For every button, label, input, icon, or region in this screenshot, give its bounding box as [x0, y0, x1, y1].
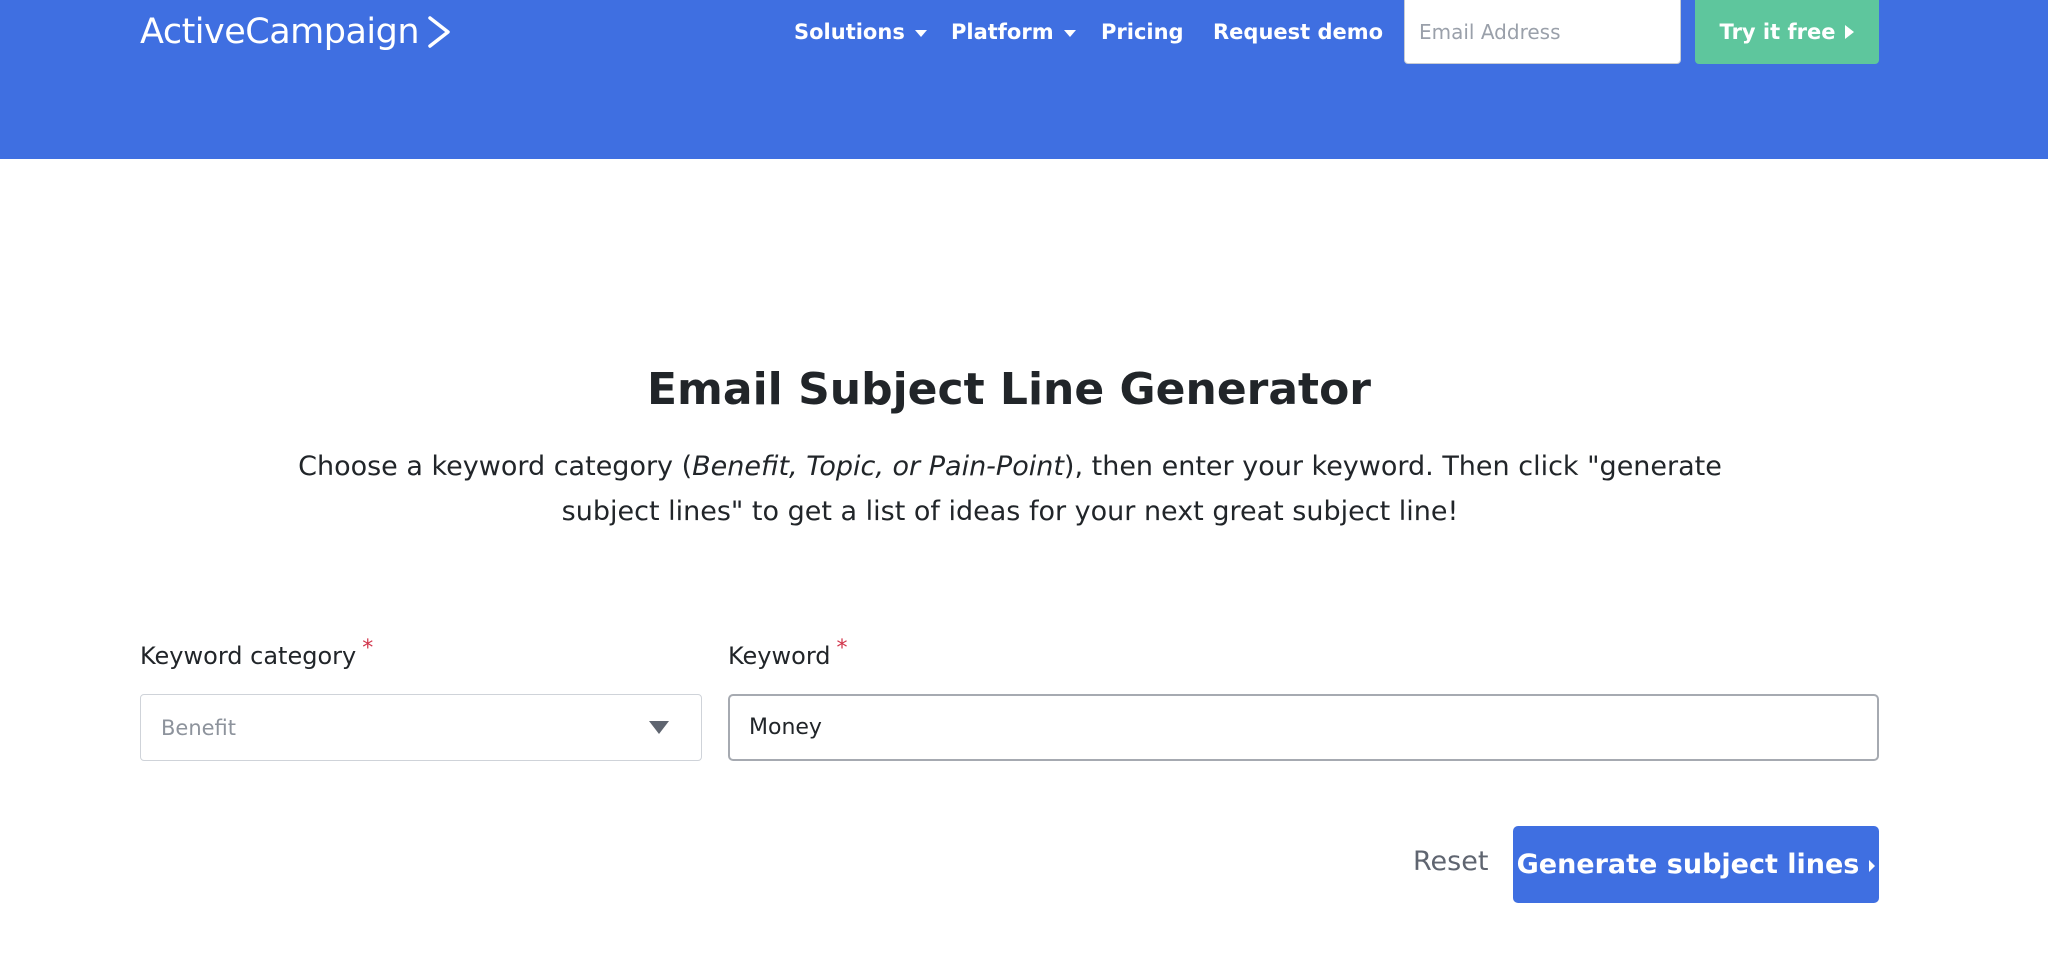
nav-solutions-label: Solutions	[794, 20, 905, 44]
caret-right-icon	[1869, 860, 1876, 872]
site-header: ActiveCampaign Solutions Platform Pricin…	[0, 0, 2048, 159]
required-asterisk: *	[362, 636, 374, 661]
keyword-label-text: Keyword	[728, 642, 831, 670]
nav-pricing-label: Pricing	[1101, 20, 1184, 44]
keyword-label: Keyword *	[728, 636, 848, 670]
generate-subject-lines-button[interactable]: Generate subject lines	[1513, 826, 1879, 903]
caret-down-icon	[1063, 29, 1076, 37]
keyword-category-label: Keyword category *	[140, 636, 373, 670]
nav-pricing[interactable]: Pricing	[1101, 17, 1184, 47]
nav-request-demo[interactable]: Request demo	[1213, 17, 1383, 47]
description-categories: Benefit, Topic, or Pain-Point	[692, 451, 1064, 482]
keyword-input[interactable]	[728, 694, 1879, 761]
caret-right-icon	[1845, 25, 1855, 39]
try-it-free-button[interactable]: Try it free	[1695, 0, 1879, 64]
nav-solutions[interactable]: Solutions	[794, 17, 927, 47]
caret-down-icon	[649, 721, 669, 734]
required-asterisk: *	[836, 636, 848, 661]
caret-down-icon	[914, 29, 927, 37]
nav-request-demo-label: Request demo	[1213, 20, 1384, 44]
keyword-category-label-text: Keyword category	[140, 642, 357, 670]
nav-platform[interactable]: Platform	[951, 17, 1076, 47]
reset-button[interactable]: Reset	[1413, 846, 1488, 877]
generate-subject-lines-label: Generate subject lines	[1516, 849, 1860, 880]
nav-platform-label: Platform	[951, 20, 1054, 44]
page-title: Email Subject Line Generator	[646, 364, 1372, 415]
keyword-category-value: Benefit	[161, 715, 237, 740]
main-nav: Solutions Platform Pricing Request demo …	[0, 0, 2048, 64]
try-it-free-label: Try it free	[1719, 20, 1836, 44]
description-intro: Choose a keyword category (	[298, 451, 693, 482]
email-address-input[interactable]	[1404, 0, 1681, 64]
page-description: Choose a keyword category (Benefit, Topi…	[270, 444, 1750, 534]
keyword-category-select[interactable]: Benefit	[140, 694, 702, 761]
